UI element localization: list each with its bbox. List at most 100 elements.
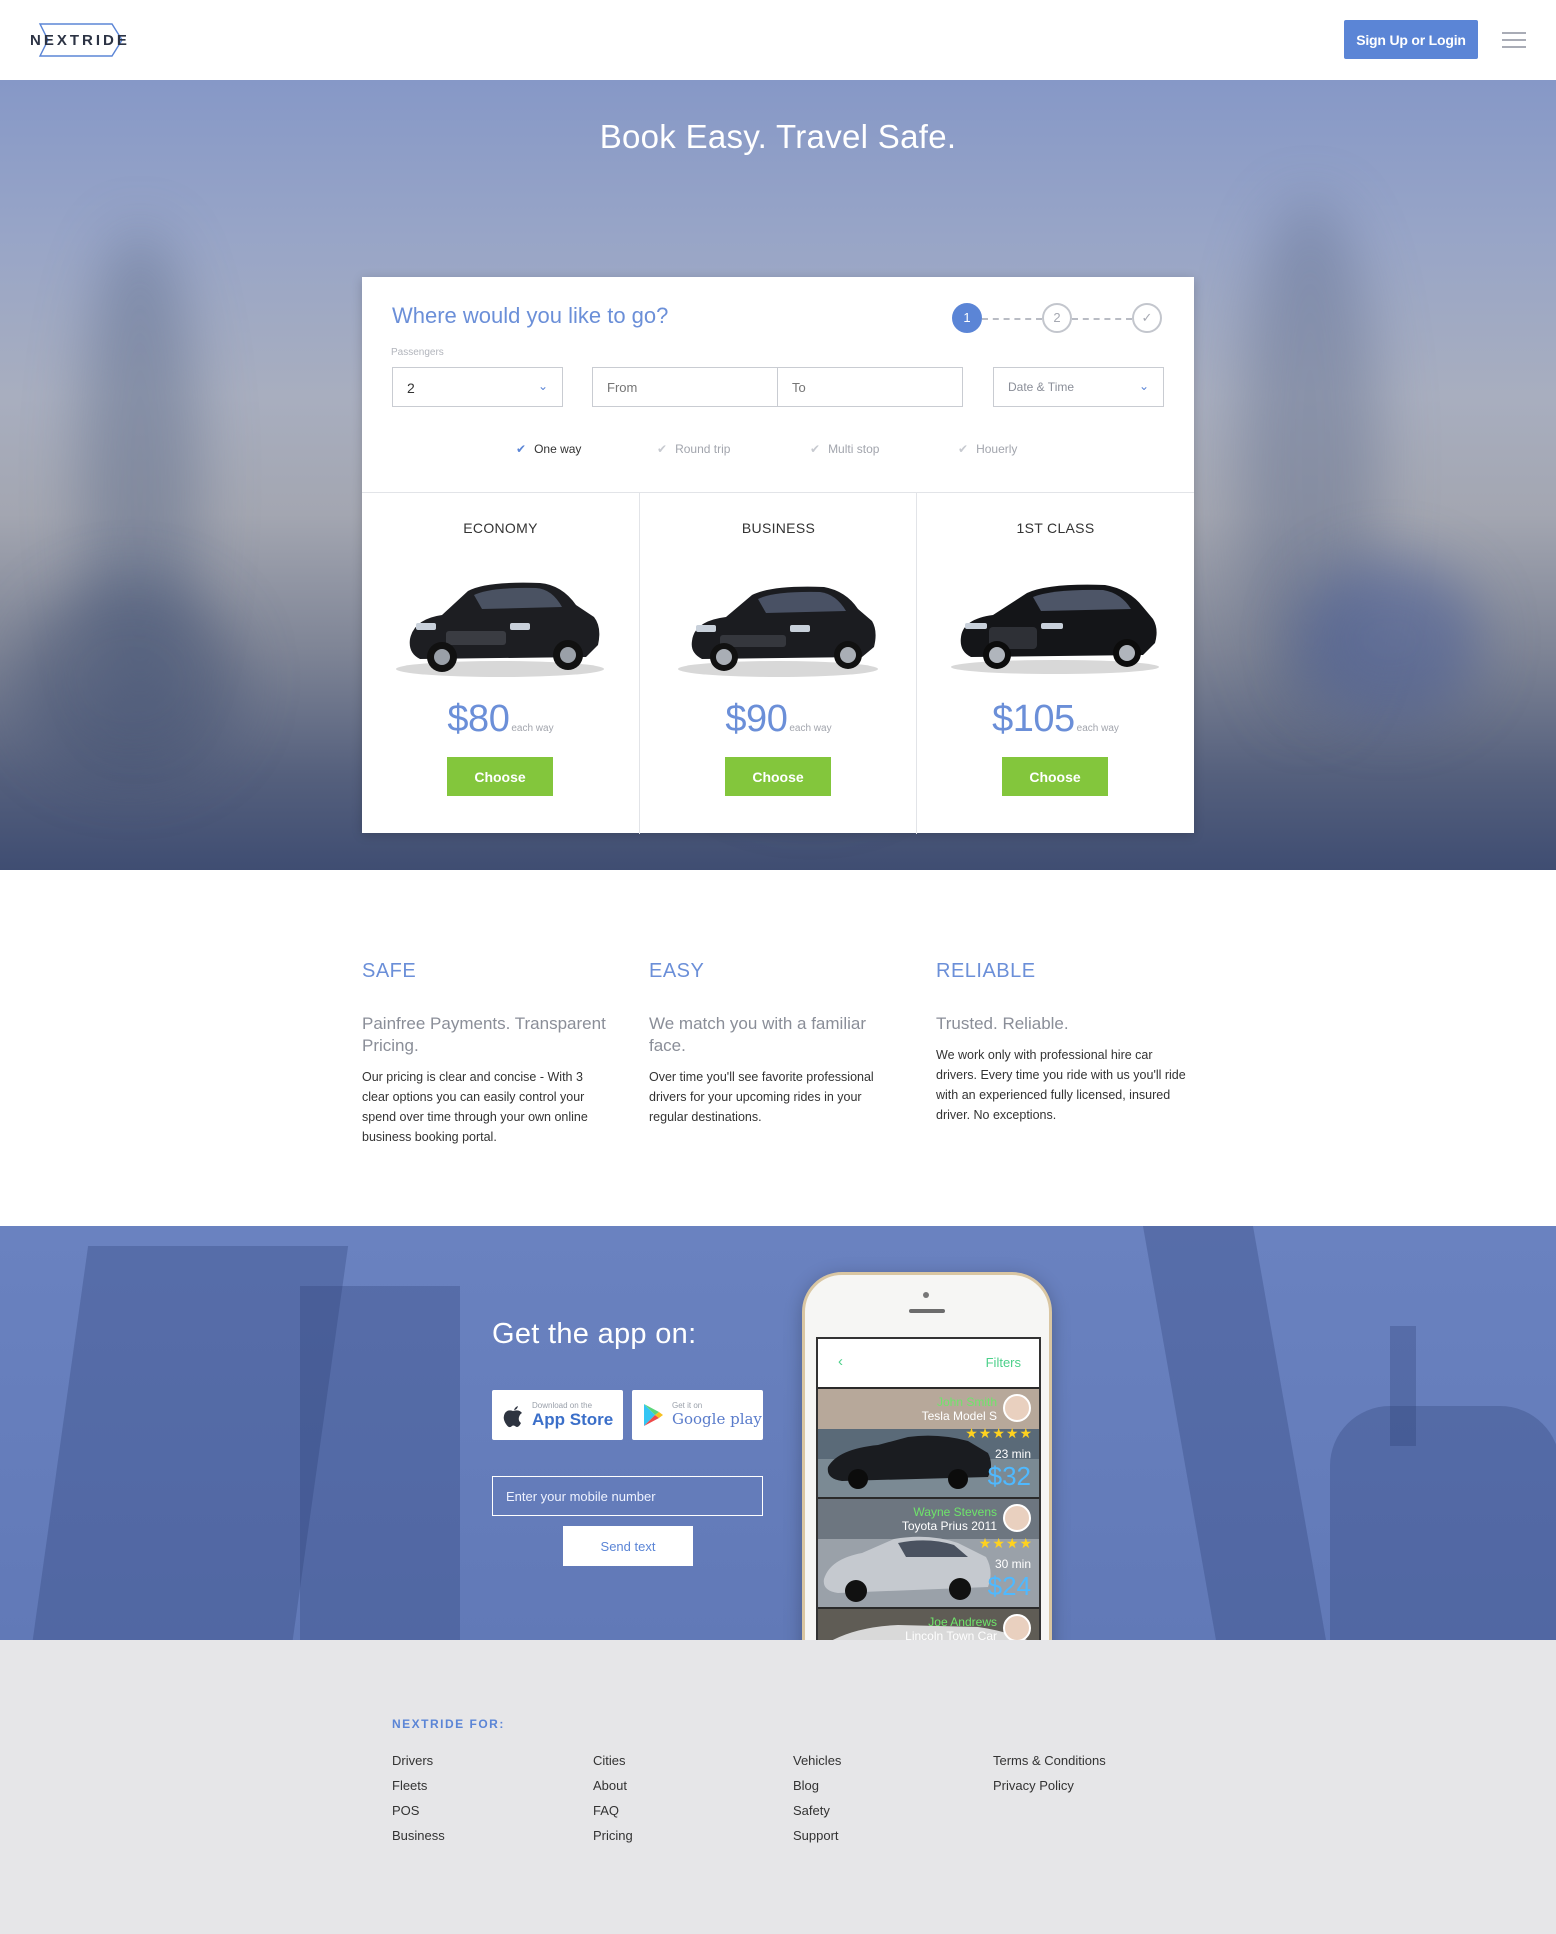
footer: NEXTRIDE FOR: Drivers Fleets POS Busines…	[0, 1640, 1556, 1934]
feature-subtitle: We match you with a familiar face.	[649, 1014, 866, 1055]
google-play-button[interactable]: Get it on Google play	[632, 1390, 763, 1440]
footer-link-safety[interactable]: Safety	[793, 1798, 841, 1823]
footer-link-drivers[interactable]: Drivers	[392, 1748, 445, 1773]
footer-link-faq[interactable]: FAQ	[593, 1798, 633, 1823]
date-time-placeholder: Date & Time	[1008, 380, 1075, 394]
business-car-image	[678, 586, 878, 677]
mobile-number-input[interactable]	[492, 1476, 763, 1516]
footer-column-1: Drivers Fleets POS Business	[392, 1748, 445, 1848]
class-card-first-class: 1ST CLASS $105 each way Choose	[916, 493, 1193, 834]
feature-safe: SAFE Painfree Payments. Transparent Pric…	[362, 960, 612, 1147]
booking-heading: Where would you like to go?	[392, 303, 669, 328]
ride-card: Wayne Stevens Toyota Prius 2011 ★★★★ 30 …	[818, 1497, 1039, 1607]
feature-title: RELIABLE	[936, 960, 1036, 982]
footer-link-cities[interactable]: Cities	[593, 1748, 633, 1773]
footer-column-4: Terms & Conditions Privacy Policy	[993, 1748, 1106, 1798]
feature-body: Our pricing is clear and concise - With …	[362, 1070, 588, 1144]
step-connector	[1072, 318, 1132, 320]
top-nav-bar: NEXTRIDE Sign Up or Login	[0, 0, 1556, 80]
choose-first-class-button[interactable]: Choose	[1002, 757, 1108, 796]
step-connector	[982, 318, 1042, 320]
trip-option-round-trip[interactable]: ✔ Round trip	[657, 442, 730, 456]
choose-economy-button[interactable]: Choose	[447, 757, 553, 796]
building-silhouette	[300, 1286, 460, 1640]
to-input[interactable]	[777, 367, 963, 407]
filters-link: Filters	[985, 1355, 1021, 1370]
economy-car-image	[396, 582, 604, 677]
footer-link-terms[interactable]: Terms & Conditions	[993, 1748, 1106, 1773]
footer-link-blog[interactable]: Blog	[793, 1773, 841, 1798]
hamburger-menu-icon[interactable]	[1502, 32, 1526, 48]
driver-name: Wayne Stevens	[913, 1505, 997, 1519]
price-first-class: $105 each way	[992, 698, 1119, 740]
statue-silhouette	[1390, 1326, 1416, 1446]
car-model: Lincoln Town Car	[905, 1629, 997, 1640]
check-icon: ✔	[516, 442, 527, 456]
check-icon: ✔	[958, 442, 969, 456]
feature-body: Over time you'll see favorite profession…	[649, 1070, 874, 1124]
chevron-down-icon: ⌄	[1138, 379, 1149, 393]
footer-title: NEXTRIDE FOR:	[392, 1717, 505, 1731]
step-complete-check-icon: ✓	[1132, 303, 1162, 333]
trip-option-one-way[interactable]: ✔ One way	[516, 442, 581, 456]
eta-text: 23 min	[994, 1447, 1031, 1461]
choose-business-button[interactable]: Choose	[725, 757, 831, 796]
footer-link-business[interactable]: Business	[392, 1823, 445, 1848]
vehicle-class-list: ECONOMY $80 each way Choose BUSINESS $90…	[362, 492, 1194, 834]
google-play-big-text: Google play	[672, 1410, 762, 1428]
eta-text: 30 min	[994, 1557, 1031, 1571]
trip-option-multi-stop[interactable]: ✔ Multi stop	[810, 442, 879, 456]
footer-column-2: Cities About FAQ Pricing	[593, 1748, 633, 1848]
hero-bg-shape	[20, 580, 240, 780]
hero-section: Book Easy. Travel Safe. Where would you …	[0, 80, 1556, 870]
sign-up-login-button[interactable]: Sign Up or Login	[1344, 20, 1478, 59]
logo-text: NEXTRIDE	[30, 32, 130, 49]
step-2: 2	[1042, 303, 1072, 333]
trip-option-hourly[interactable]: ✔ Houerly	[958, 442, 1017, 456]
price-business: $90 each way	[725, 698, 832, 740]
from-input[interactable]	[592, 367, 778, 407]
feature-title: SAFE	[362, 960, 417, 982]
app-store-big-text: App Store	[532, 1410, 614, 1429]
passengers-select[interactable]: 2 ⌄	[392, 367, 563, 407]
first-class-car-image	[951, 584, 1159, 674]
footer-link-vehicles[interactable]: Vehicles	[793, 1748, 841, 1773]
car-model: Tesla Model S	[921, 1409, 997, 1423]
ride-card: Joe Andrews Lincoln Town Car	[818, 1607, 1039, 1640]
nextride-logo[interactable]: NEXTRIDE	[28, 22, 127, 58]
footer-link-about[interactable]: About	[593, 1773, 633, 1798]
footer-link-pos[interactable]: POS	[392, 1798, 445, 1823]
booking-card: Where would you like to go? 1 2 ✓ Passen…	[362, 277, 1194, 834]
class-title: ECONOMY	[463, 520, 538, 536]
driver-name: John Smith	[936, 1395, 997, 1409]
class-title: BUSINESS	[741, 520, 816, 536]
date-time-select[interactable]: Date & Time ⌄	[993, 367, 1164, 407]
phone-mockup: ‹ Filters John Smith Tesla Model S ★★★★★…	[802, 1272, 1052, 1640]
google-play-small-text: Get it on	[672, 1401, 703, 1410]
trip-type-options: ✔ One way ✔ Round trip ✔ Multi stop ✔ Houerl…	[362, 442, 1194, 462]
footer-link-fleets[interactable]: Fleets	[392, 1773, 445, 1798]
app-store-button[interactable]: Download on the App Store	[492, 1390, 623, 1440]
google-play-icon	[644, 1404, 663, 1426]
feature-easy: EASY We match you with a familiar face. …	[649, 960, 899, 1127]
phone-app-header: ‹ Filters	[818, 1339, 1039, 1387]
rating-stars: ★★★★	[978, 1535, 1033, 1551]
price-economy: $80 each way	[447, 698, 554, 740]
driver-avatar	[1003, 1504, 1031, 1532]
apple-icon	[503, 1406, 522, 1428]
features-section: SAFE Painfree Payments. Transparent Pric…	[0, 870, 1556, 1226]
feature-title: EASY	[649, 960, 705, 982]
passengers-label: Passengers	[391, 347, 444, 358]
car-model: Toyota Prius 2011	[901, 1519, 997, 1533]
feature-subtitle: Painfree Payments. Transparent Pricing.	[362, 1014, 606, 1055]
back-chevron-icon: ‹	[838, 1353, 843, 1370]
building-silhouette	[1142, 1226, 1328, 1640]
footer-link-privacy[interactable]: Privacy Policy	[993, 1773, 1106, 1798]
footer-link-pricing[interactable]: Pricing	[593, 1823, 633, 1848]
app-store-small-text: Download on the	[532, 1401, 593, 1410]
tree-silhouette	[1330, 1406, 1556, 1640]
send-text-button[interactable]: Send text	[563, 1526, 693, 1566]
footer-link-support[interactable]: Support	[793, 1823, 841, 1848]
phone-camera	[923, 1292, 929, 1298]
hero-bg-shape	[1300, 560, 1480, 720]
